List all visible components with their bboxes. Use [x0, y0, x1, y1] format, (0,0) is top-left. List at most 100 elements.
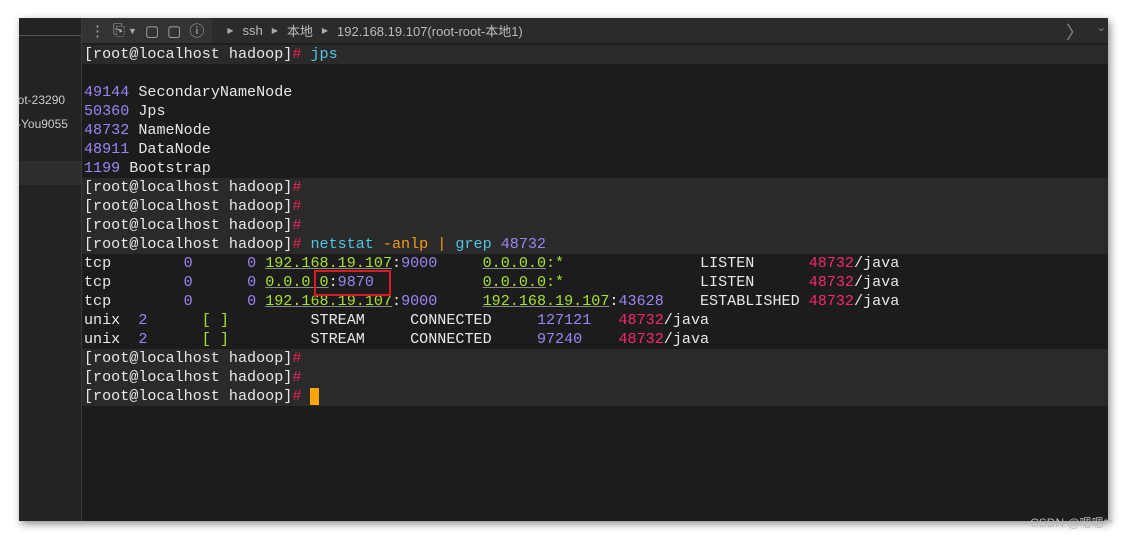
terminal-text: 9000 [401, 292, 438, 310]
terminal-text: unix [84, 311, 139, 329]
terminal-text: 48732 [500, 235, 546, 253]
terminal-text: # [292, 45, 311, 63]
terminal-line: [root@localhost hadoop]# jps [82, 45, 1108, 64]
terminal-line: [root@localhost hadoop]# [82, 387, 1108, 406]
terminal-text: 0.0.0.0 [482, 254, 546, 272]
terminal-text: tcp [84, 273, 184, 291]
terminal-text: netstat [310, 235, 383, 253]
terminal-text: 48732 [808, 254, 854, 272]
terminal-line: 1199 Bootstrap [82, 159, 1108, 178]
terminal-text: LISTEN [564, 273, 809, 291]
terminal-text: [root@localhost hadoop] [84, 178, 293, 196]
terminal-text: [root@localhost hadoop] [84, 368, 293, 386]
terminal-text: 48732 [84, 121, 130, 139]
terminal-text: : [392, 254, 402, 272]
terminal-text: SecondaryNameNode [129, 83, 293, 101]
terminal-line: [root@localhost hadoop]# [82, 368, 1108, 387]
terminal-text: # [292, 235, 311, 253]
terminal-text: 0 [183, 254, 193, 272]
breadcrumb-item[interactable]: 本地 [287, 21, 313, 40]
terminal-text: unix [84, 330, 139, 348]
terminal-text: 97240 [536, 330, 583, 348]
watermark: CSDN @嗯嗯** [1030, 516, 1113, 530]
terminal-text: [root@localhost hadoop] [84, 197, 293, 215]
terminal-text: : [392, 292, 402, 310]
new-tab-icon[interactable]: ⎘ [113, 22, 125, 39]
terminal-text: tcp [84, 292, 184, 310]
terminal-text: 192.168.19.107 [482, 292, 610, 310]
terminal-text: 48732 [618, 330, 664, 348]
breadcrumb-item[interactable]: 192.168.19.107(root-root-本地1) [337, 21, 523, 40]
terminal-text: 0 [183, 292, 193, 310]
terminal-text: ESTABLISHED [663, 292, 809, 310]
terminal-text: NameNode [129, 121, 211, 139]
arrow-icon: ▶ [321, 26, 329, 35]
chevron-down-icon[interactable]: ▼ [128, 26, 137, 36]
terminal-line: [root@localhost hadoop]# netstat -anlp |… [82, 235, 1108, 254]
terminal-text: jps [310, 45, 338, 63]
terminal-text: [root@localhost hadoop] [84, 349, 293, 367]
session-item[interactable]: x-You9055 [19, 117, 68, 131]
terminal-text: DataNode [129, 140, 211, 158]
terminal-text: [ ] [201, 311, 229, 329]
terminal-line: 48732 NameNode [82, 121, 1108, 140]
terminal-text: 0 [183, 273, 193, 291]
terminal-text: 127121 [536, 311, 592, 329]
terminal-text: [root@localhost hadoop] [84, 387, 293, 405]
close-tab-icon[interactable]: ▢ [145, 22, 159, 40]
duplicate-icon[interactable]: ▢ [167, 22, 181, 40]
terminal-text: 0 [247, 292, 257, 310]
terminal-text: tcp [84, 254, 184, 272]
terminal-window: oot-23290 x-You9055 ⋮ ⎘ ▼ ▢ ▢ ⓘ ▶ ssh ▶ … [19, 18, 1108, 521]
terminal-text: Bootstrap [120, 159, 211, 177]
session-item[interactable]: oot-23290 [19, 93, 65, 107]
terminal-text: [root@localhost hadoop] [84, 235, 293, 253]
terminal-line: tcp 0 0 192.168.19.107:9000 192.168.19.1… [82, 292, 1108, 311]
terminal-text: 0 [247, 273, 257, 291]
terminal-text: # [292, 349, 302, 367]
terminal-text: /java [854, 292, 900, 310]
terminal-text: 48732 [618, 311, 664, 329]
terminal-text: STREAM CONNECTED [228, 311, 537, 329]
terminal-line: [root@localhost hadoop]# [82, 349, 1108, 368]
highlight-box [314, 270, 391, 296]
terminal-line: unix 2 [ ] STREAM CONNECTED 127121 48732… [82, 311, 1108, 330]
terminal-text: 43628 [618, 292, 664, 310]
session-sidebar: oot-23290 x-You9055 [19, 18, 82, 521]
terminal-line: 50360 Jps [82, 102, 1108, 121]
terminal-text: 48732 [808, 273, 854, 291]
terminal-text: # [292, 216, 302, 234]
breadcrumb-item[interactable]: ssh [242, 23, 262, 38]
terminal-line: 49144 SecondaryNameNode [82, 83, 1108, 102]
terminal-output[interactable]: [root@localhost hadoop]# jps 49144 Second… [82, 45, 1108, 521]
chevron-down-icon[interactable]: ⌄ [1097, 21, 1106, 34]
terminal-text: /java [663, 311, 710, 329]
terminal-text: 48911 [84, 140, 130, 158]
toolbar: ⋮ ⎘ ▼ ▢ ▢ ⓘ ▶ ssh ▶ 本地 ▶ 192.168.19.107(… [82, 18, 1108, 43]
terminal-line: [root@localhost hadoop]# [82, 197, 1108, 216]
terminal-text: [root@localhost hadoop] [84, 45, 293, 63]
terminal-text: # [292, 178, 302, 196]
terminal-text: grep [455, 235, 501, 253]
terminal-text: 1199 [84, 159, 121, 177]
arrow-icon: ▶ [271, 26, 278, 35]
terminal-text: -anlp [382, 235, 438, 253]
cursor [310, 387, 320, 405]
terminal-text: # [292, 368, 302, 386]
selected-session[interactable] [19, 161, 81, 185]
terminal-text: 9000 [401, 254, 438, 272]
terminal-text: 0 [247, 254, 257, 272]
info-icon[interactable]: ⓘ [189, 20, 204, 41]
chevron-right-icon[interactable]: 〉 [1066, 19, 1084, 45]
terminal-text: Jps [129, 102, 166, 120]
